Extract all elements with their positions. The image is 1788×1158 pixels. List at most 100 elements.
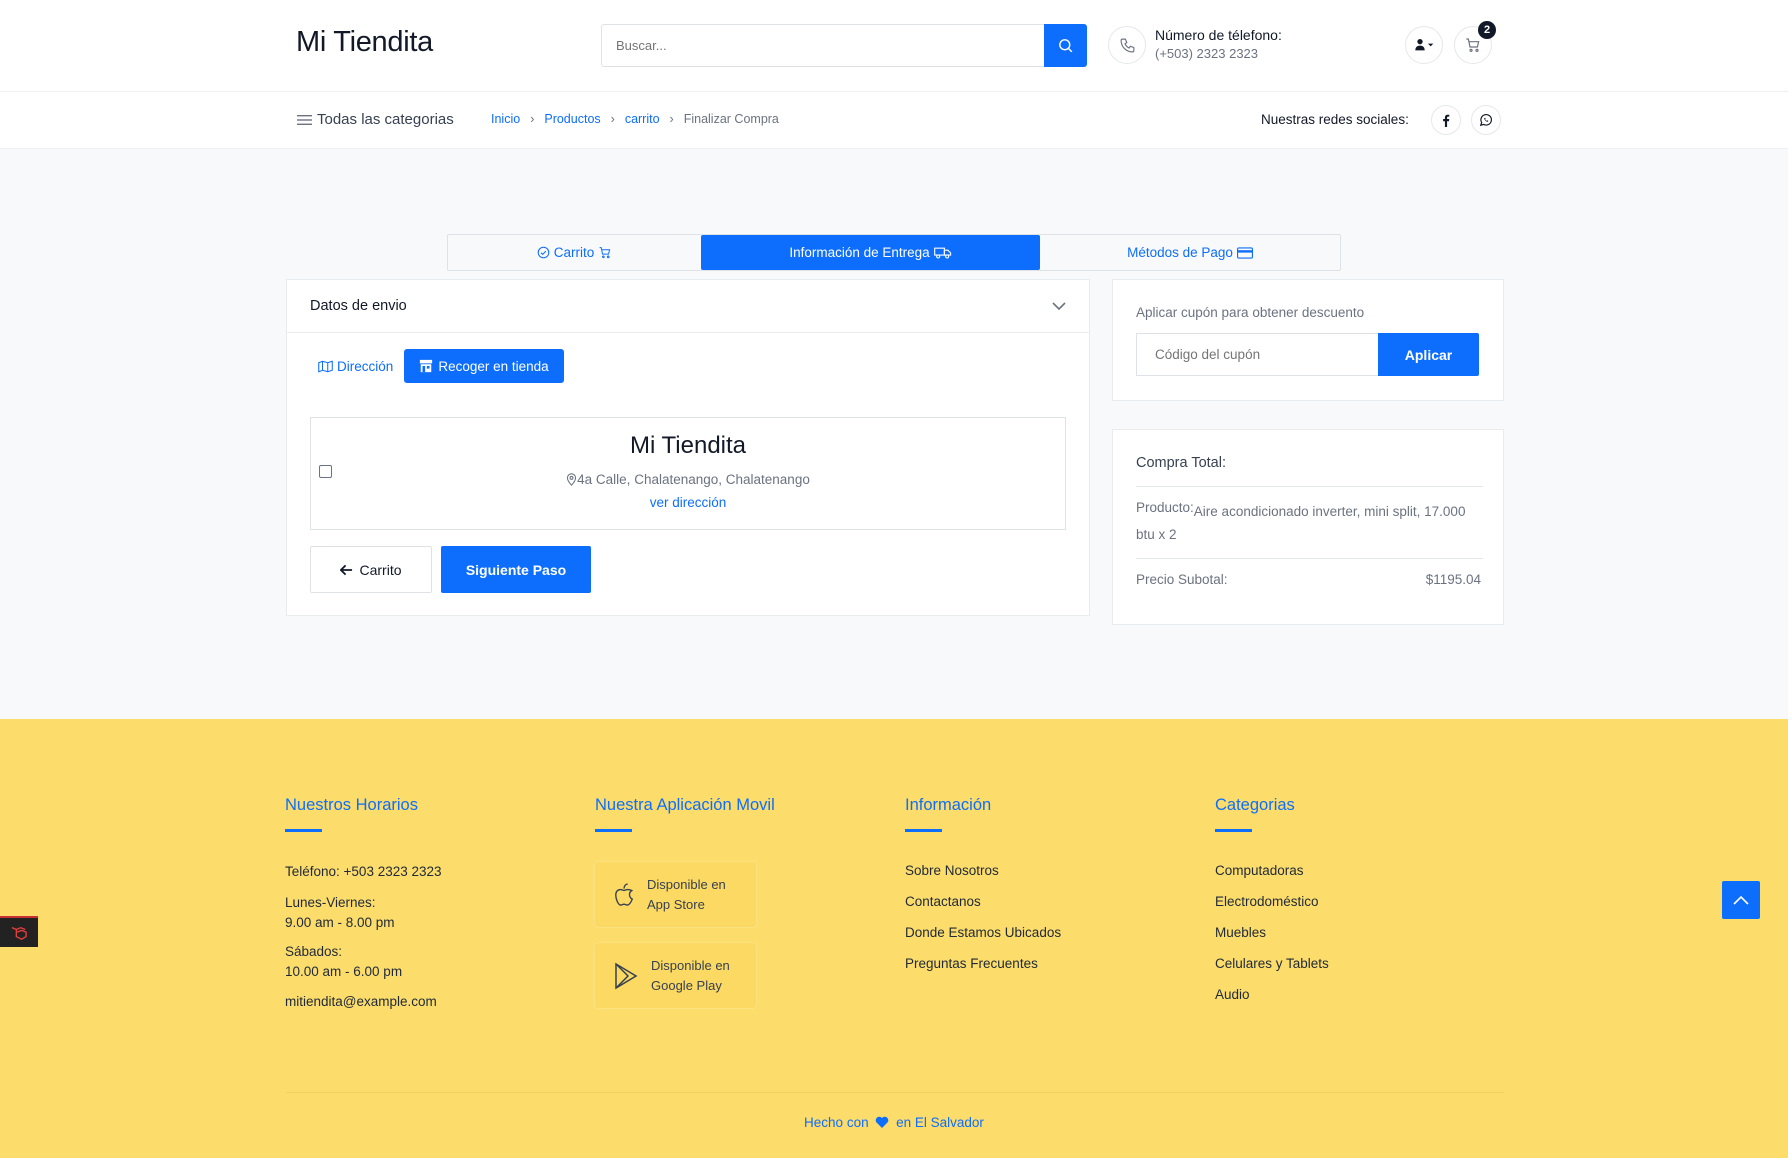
coupon-input[interactable] <box>1136 333 1378 376</box>
step-payment[interactable]: Métodos de Pago <box>1040 235 1340 270</box>
facebook-icon <box>1443 114 1450 127</box>
back-to-cart-button[interactable]: Carrito <box>310 546 432 593</box>
subtotal-value: $1195.04 <box>1425 572 1481 587</box>
summary-title: Compra Total: <box>1136 455 1226 471</box>
app-store-line1: Disponible en <box>647 876 726 892</box>
truck-icon <box>933 247 951 259</box>
footer-saturday-hours: 10.00 am - 6.00 pm <box>285 964 403 979</box>
subtotal-label: Precio Subotal: <box>1136 572 1228 587</box>
footer-phone: Teléfono: +503 2323 2323 <box>285 864 442 879</box>
search-button[interactable] <box>1044 24 1087 67</box>
divider <box>1136 486 1483 487</box>
footer-link-location[interactable]: Donde Estamos Ubicados <box>905 923 1061 943</box>
footer-category-appliances[interactable]: Electrodoméstico <box>1215 892 1319 912</box>
footer-category-furniture[interactable]: Muebles <box>1215 923 1266 943</box>
back-to-top-button[interactable] <box>1722 881 1760 919</box>
cart-icon <box>599 247 611 259</box>
app-store-text: Disponible en App Store <box>647 875 726 915</box>
cart-count-badge: 2 <box>1478 21 1496 39</box>
heading-underline <box>1215 829 1252 832</box>
store-name: Mi Tiendita <box>629 432 747 459</box>
heart-icon <box>876 1116 889 1128</box>
footer-info-title: Información <box>905 796 992 814</box>
made-suffix: en El Salvador <box>896 1115 984 1130</box>
chevron-up-icon <box>1733 895 1749 905</box>
address-tab-label: Dirección <box>337 358 394 374</box>
sub-navigation: Todas las categorias Inicio › Productos … <box>0 92 1788 149</box>
view-address-link[interactable]: ver dirección <box>311 495 1065 510</box>
address-tab[interactable]: Dirección <box>312 349 399 383</box>
step-cart-label: Carrito <box>553 245 595 260</box>
footer-link-faq[interactable]: Preguntas Frecuentes <box>905 954 1038 974</box>
footer-category-phones[interactable]: Celulares y Tablets <box>1215 954 1329 974</box>
menu-icon <box>297 114 312 125</box>
step-cart[interactable]: Carrito <box>448 235 701 270</box>
footer-weekdays-label: Lunes-Viernes: <box>285 895 376 910</box>
search-input[interactable] <box>601 24 1044 67</box>
shipping-accordion-header[interactable]: Datos de envio <box>287 280 1089 333</box>
search-bar <box>601 24 1087 67</box>
apple-icon <box>615 882 634 906</box>
whatsapp-link[interactable] <box>1471 105 1501 135</box>
google-play-line2: Google Play <box>651 977 722 993</box>
footer-category-computers[interactable]: Computadoras <box>1215 861 1304 881</box>
chevron-right-icon: › <box>530 112 535 126</box>
phone-icon <box>1108 26 1146 64</box>
footer-weekdays-hours: 9.00 am - 8.00 pm <box>285 915 395 930</box>
google-play-line1: Disponible en <box>651 957 730 973</box>
laravel-icon <box>11 926 27 940</box>
top-header: Mi Tiendita Número de télefono: (+503) 2… <box>0 0 1788 92</box>
footer-categories-title: Categorias <box>1215 796 1295 814</box>
phone-title: Número de télefono: <box>1155 27 1282 43</box>
facebook-link[interactable] <box>1431 105 1461 135</box>
google-play-button[interactable]: Disponible en Google Play <box>595 943 756 1008</box>
made-with-love: Hecho con en El Salvador <box>0 1115 1788 1130</box>
footer-link-about[interactable]: Sobre Nosotros <box>905 861 999 881</box>
apply-coupon-button[interactable]: Aplicar <box>1378 333 1479 376</box>
breadcrumb-carrito[interactable]: carrito <box>625 112 660 126</box>
phone-number: (+503) 2323 2323 <box>1155 46 1259 61</box>
divider <box>1136 558 1483 559</box>
step-delivery-label: Información de Entrega <box>789 245 930 260</box>
heading-underline <box>285 829 322 832</box>
all-categories-button[interactable]: Todas las categorias <box>297 111 454 128</box>
user-menu-button[interactable] <box>1405 26 1443 64</box>
map-pin-icon <box>567 473 577 486</box>
store-option: Mi Tiendita 4a Calle, Chalatenango, Chal… <box>310 417 1066 530</box>
pickup-tab[interactable]: Recoger en tienda <box>404 349 564 383</box>
step-delivery-info[interactable]: Información de Entrega <box>701 235 1040 270</box>
shipping-card: Datos de envio Dirección Recoger en tien… <box>286 279 1090 616</box>
footer-link-contact[interactable]: Contactanos <box>905 892 981 912</box>
breadcrumb-productos[interactable]: Productos <box>544 112 600 126</box>
google-play-icon <box>615 962 638 989</box>
whatsapp-icon <box>1479 113 1492 127</box>
check-circle-icon <box>537 246 550 259</box>
search-icon <box>1059 39 1073 53</box>
breadcrumb-inicio[interactable]: Inicio <box>491 112 520 126</box>
app-store-line2: App Store <box>647 896 705 912</box>
debug-toolbar-toggle[interactable] <box>0 916 38 947</box>
product-row: Producto:Aire acondicionado inverter, mi… <box>1136 500 1486 546</box>
map-icon <box>318 360 333 373</box>
breadcrumb: Inicio › Productos › carrito › Finalizar… <box>491 112 779 126</box>
app-store-button[interactable]: Disponible en App Store <box>595 862 756 927</box>
footer-saturday-label: Sábados: <box>285 944 343 959</box>
chevron-down-icon <box>1052 301 1066 310</box>
footer-app-title: Nuestra Aplicación Movil <box>595 796 775 814</box>
shipping-title: Datos de envio <box>310 298 407 314</box>
store-address: 4a Calle, Chalatenango, Chalatenango <box>311 472 1065 487</box>
site-logo[interactable]: Mi Tiendita <box>296 26 433 59</box>
footer-email[interactable]: mitiendita@example.com <box>285 992 437 1012</box>
google-play-text: Disponible en Google Play <box>651 956 730 996</box>
social-label: Nuestras redes sociales: <box>1261 112 1409 127</box>
store-address-text: 4a Calle, Chalatenango, Chalatenango <box>577 472 810 487</box>
heading-underline <box>905 829 942 832</box>
pickup-tab-label: Recoger en tienda <box>438 358 549 374</box>
footer-category-audio[interactable]: Audio <box>1215 985 1250 1005</box>
coupon-label: Aplicar cupón para obtener descuento <box>1136 305 1365 320</box>
store-icon <box>420 359 433 373</box>
order-summary-card: Compra Total: Producto: Producto:Aire ac… <box>1112 429 1504 625</box>
next-step-button[interactable]: Siguiente Paso <box>441 546 591 593</box>
footer-divider <box>286 1092 1504 1093</box>
coupon-card: Aplicar cupón para obtener descuento Apl… <box>1112 279 1504 401</box>
